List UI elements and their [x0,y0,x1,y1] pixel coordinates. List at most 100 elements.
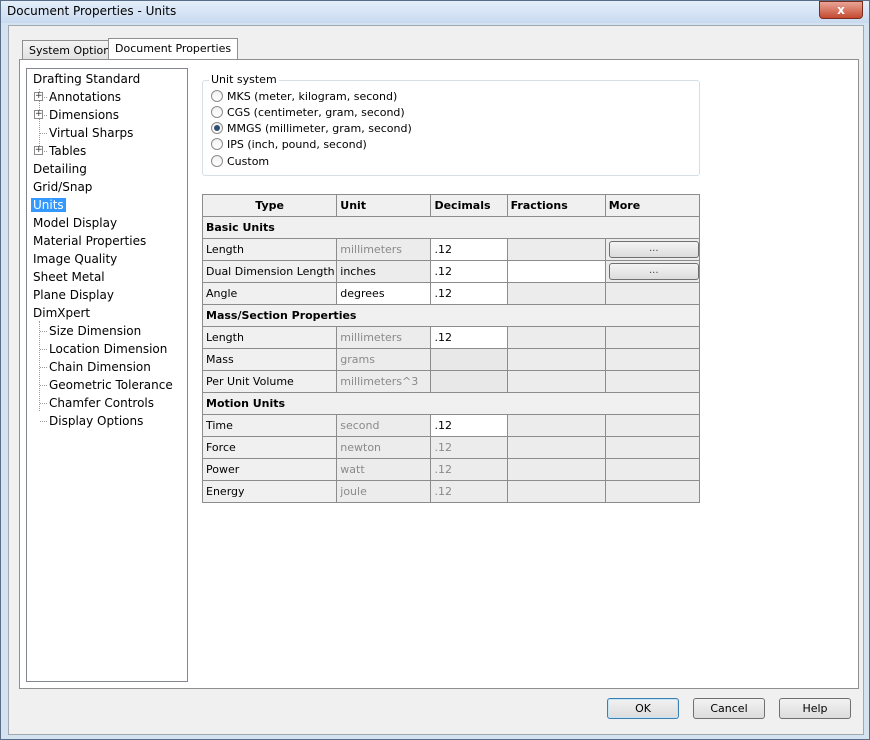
radio-button-icon[interactable] [211,155,223,167]
tree-item-label: Chain Dimension [49,360,151,374]
more-cell: ... [604,260,701,283]
tree-item-image-quality[interactable]: Image Quality [31,250,119,268]
help-button[interactable]: Help [779,698,851,719]
ok-button[interactable]: OK [607,698,679,719]
tree-connector [40,367,47,368]
decimals-cell[interactable]: .12 [430,260,508,283]
unit-system-group: Unit system MKS (meter, kilogram, second… [202,73,700,176]
tree-item-model-display[interactable]: Model Display [31,214,119,232]
dialog-window: Document Properties - Units x System Opt… [0,0,870,740]
decimals-cell [430,370,508,393]
tree-item-sheet-metal[interactable]: Sheet Metal [31,268,107,286]
radio-cgs[interactable]: CGS (centimeter, gram, second) [211,105,405,121]
decimals-cell[interactable]: .12 [430,238,508,261]
fractions-cell [506,370,606,393]
tree-item-label: Model Display [33,216,118,230]
tree-item-label: Tables [49,144,87,158]
tree-item-label: Image Quality [33,252,118,266]
expand-plus-icon[interactable]: + [34,92,43,101]
title-bar: Document Properties - Units x [1,1,869,23]
radio-button-icon[interactable] [211,106,223,118]
radio-label: CGS (centimeter, gram, second) [227,106,405,119]
type-cell: Energy [201,480,338,503]
tree-item-size-dimension[interactable]: Size Dimension [47,322,143,340]
more-button[interactable]: ... [608,241,699,258]
tree-item-label: Size Dimension [49,324,142,338]
tree-item-label: Chamfer Controls [49,396,155,410]
tree-item-geometric-tolerance[interactable]: Geometric Tolerance [47,376,175,394]
tree-item-virtual-sharps[interactable]: Virtual Sharps [47,124,135,142]
tree-item-location-dimension[interactable]: Location Dimension [47,340,169,358]
property-tree: Drafting Standard + Annotations + Dimens… [26,68,188,682]
unit-cell[interactable]: degrees [336,282,432,305]
type-cell: Per Unit Volume [201,370,338,393]
tree-item-detailing[interactable]: Detailing [31,160,89,178]
tree-item-annotations[interactable]: Annotations [47,88,123,106]
radio-custom[interactable]: Custom [211,154,269,170]
window-title: Document Properties - Units [7,4,177,18]
radio-button-selected-icon[interactable] [211,122,223,134]
decimals-cell[interactable]: .12 [430,326,508,349]
more-cell [604,436,701,459]
more-button[interactable]: ... [608,263,699,280]
tree-connector [39,321,40,411]
more-cell [604,282,701,305]
tree-item-tables[interactable]: Tables [47,142,88,160]
decimals-cell[interactable]: .12 [430,282,508,305]
tree-item-label: Dimensions [49,108,120,122]
tree-item-label: Virtual Sharps [49,126,134,140]
tree-item-chamfer-controls[interactable]: Chamfer Controls [47,394,156,412]
tree-item-dimensions[interactable]: Dimensions [47,106,121,124]
radio-button-icon[interactable] [211,138,223,150]
expand-plus-icon[interactable]: + [34,110,43,119]
tree-item-units[interactable]: Units [31,196,66,214]
tree-item-chain-dimension[interactable]: Chain Dimension [47,358,153,376]
type-cell: Length [201,326,338,349]
radio-mks[interactable]: MKS (meter, kilogram, second) [211,89,397,105]
table-header-row: Type Unit Decimals Fractions More [201,194,701,217]
radio-ips[interactable]: IPS (inch, pound, second) [211,137,367,153]
tree-item-dimxpert[interactable]: DimXpert [31,304,92,322]
radio-mmgs[interactable]: MMGS (millimeter, gram, second) [211,121,412,137]
section-title: Mass/Section Properties [202,304,700,327]
tab-document-properties[interactable]: Document Properties [108,38,239,60]
more-cell: ... [604,238,701,261]
unit-cell[interactable]: inches [336,260,432,283]
type-cell: Time [201,414,338,437]
table-row: Power watt .12 [201,458,701,481]
radio-label: IPS (inch, pound, second) [227,138,367,151]
radio-label: Custom [227,155,270,168]
type-cell: Angle [201,282,338,305]
tree-item-grid-snap[interactable]: Grid/Snap [31,178,94,196]
fractions-cell [506,348,606,371]
fractions-cell [506,414,606,437]
fractions-cell[interactable] [506,260,606,283]
more-cell [604,370,701,393]
section-row: Mass/Section Properties [202,304,700,327]
tree-item-material-properties[interactable]: Material Properties [31,232,148,250]
table-row: Force newton .12 [201,436,701,459]
fractions-cell[interactable] [506,238,606,261]
tree-item-label: Detailing [33,162,87,176]
more-cell [604,414,701,437]
tree-item-label: DimXpert [33,306,91,320]
decimals-cell[interactable]: .12 [430,414,508,437]
close-button[interactable]: x [819,1,863,19]
more-cell [604,326,701,349]
decimals-cell: .12 [430,480,508,503]
column-header-fractions: Fractions [506,194,606,217]
table-row: Length millimeters .12 [201,326,701,349]
unit-cell[interactable]: millimeters [336,238,432,261]
tree-item-label: Geometric Tolerance [49,378,173,392]
tree-connector [40,421,47,422]
cancel-button[interactable]: Cancel [693,698,765,719]
tree-item-display-options[interactable]: Display Options [47,412,145,430]
table-row: Per Unit Volume millimeters^3 [201,370,701,393]
expand-plus-icon[interactable]: + [34,146,43,155]
tree-item-drafting-standard[interactable]: Drafting Standard [31,70,142,88]
tree-item-plane-display[interactable]: Plane Display [31,286,116,304]
unit-cell: millimeters [336,326,432,349]
table-row: Length millimeters .12 ... [201,238,701,261]
fractions-cell [506,458,606,481]
radio-button-icon[interactable] [211,90,223,102]
